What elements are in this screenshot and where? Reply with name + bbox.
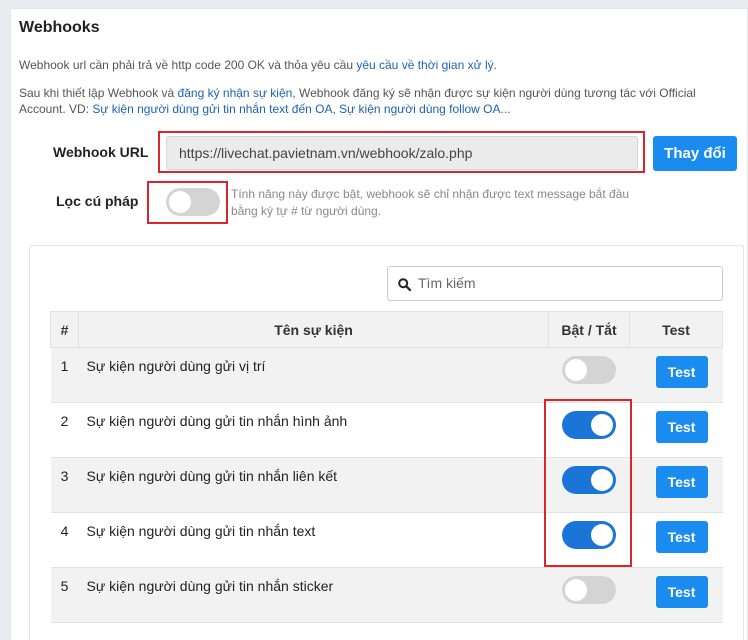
test-button[interactable]: Test (655, 411, 708, 443)
toggles-highlight (544, 399, 632, 567)
col-header-name: Tên sự kiện (78, 311, 549, 348)
row-number: 3 (50, 457, 79, 513)
toggle-cell (548, 347, 630, 403)
text-event-link[interactable]: Sự kiện người dùng gửi tin nhắn text đến… (92, 102, 332, 116)
processing-time-link[interactable]: yêu cầu về thời gian xử lý (356, 58, 493, 72)
test-cell: Test (629, 512, 723, 568)
test-cell: Test (629, 567, 723, 623)
row-number: 5 (50, 567, 79, 623)
test-cell: Test (629, 457, 723, 513)
table-row: 5 Sự kiện người dùng gửi tin nhắn sticker… (50, 567, 723, 623)
test-button[interactable]: Test (655, 356, 708, 388)
table-header-row: # Tên sự kiện Bật / Tắt Test (50, 311, 723, 348)
search-input[interactable]: Tìm kiếm (387, 266, 723, 301)
description-line-1: Webhook url cần phải trả về http code 20… (19, 58, 497, 72)
page-title: Webhooks (19, 19, 100, 36)
register-events-link[interactable]: đăng ký nhận sự kiện (178, 86, 293, 100)
search-icon (398, 278, 411, 291)
row-number: 1 (50, 347, 79, 403)
description-line-2: Sau khi thiết lập Webhook và đăng ký nhậ… (19, 86, 696, 116)
table-row: 1 Sự kiện người dùng gửi vị trí Test (50, 347, 723, 403)
syntax-filter-label: Lọc cú pháp (56, 193, 139, 209)
toggle-cell (548, 567, 630, 623)
event-name: Sự kiện người dùng gửi tin nhắn text (78, 512, 549, 568)
event-toggle[interactable] (561, 356, 616, 384)
col-header-num: # (50, 311, 79, 348)
test-cell: Test (629, 347, 723, 403)
row-number: 4 (50, 512, 79, 568)
event-name: Sự kiện người dùng gửi vị trí (78, 347, 549, 403)
test-button[interactable]: Test (655, 466, 708, 498)
syntax-filter-toggle[interactable] (166, 188, 220, 216)
follow-event-link[interactable]: Sự kiện người dùng follow OA... (339, 102, 510, 116)
webhook-url-label: Webhook URL (53, 144, 149, 160)
webhook-url-input[interactable]: https://livechat.pavietnam.vn/webhook/za… (166, 136, 638, 170)
syntax-filter-hint: Tính năng này được bật, webhook sẽ chỉ n… (231, 187, 630, 218)
toggle-knob (564, 359, 587, 381)
col-header-toggle: Bật / Tắt (548, 311, 630, 348)
toggle-knob (169, 191, 191, 213)
event-name: Sự kiện người dùng gửi tin nhắn sticker (78, 567, 549, 623)
col-header-test: Test (629, 311, 723, 348)
change-url-button[interactable]: Thay đổi (653, 136, 737, 171)
test-button[interactable]: Test (655, 521, 708, 553)
search-placeholder: Tìm kiếm (418, 275, 476, 291)
test-cell: Test (629, 402, 723, 458)
test-button[interactable]: Test (655, 576, 708, 608)
row-number: 2 (50, 402, 79, 458)
event-name: Sự kiện người dùng gửi tin nhắn liên kết (78, 457, 549, 513)
toggle-knob (564, 579, 587, 601)
event-name: Sự kiện người dùng gửi tin nhắn hình ảnh (78, 402, 549, 458)
event-toggle[interactable] (561, 576, 616, 604)
